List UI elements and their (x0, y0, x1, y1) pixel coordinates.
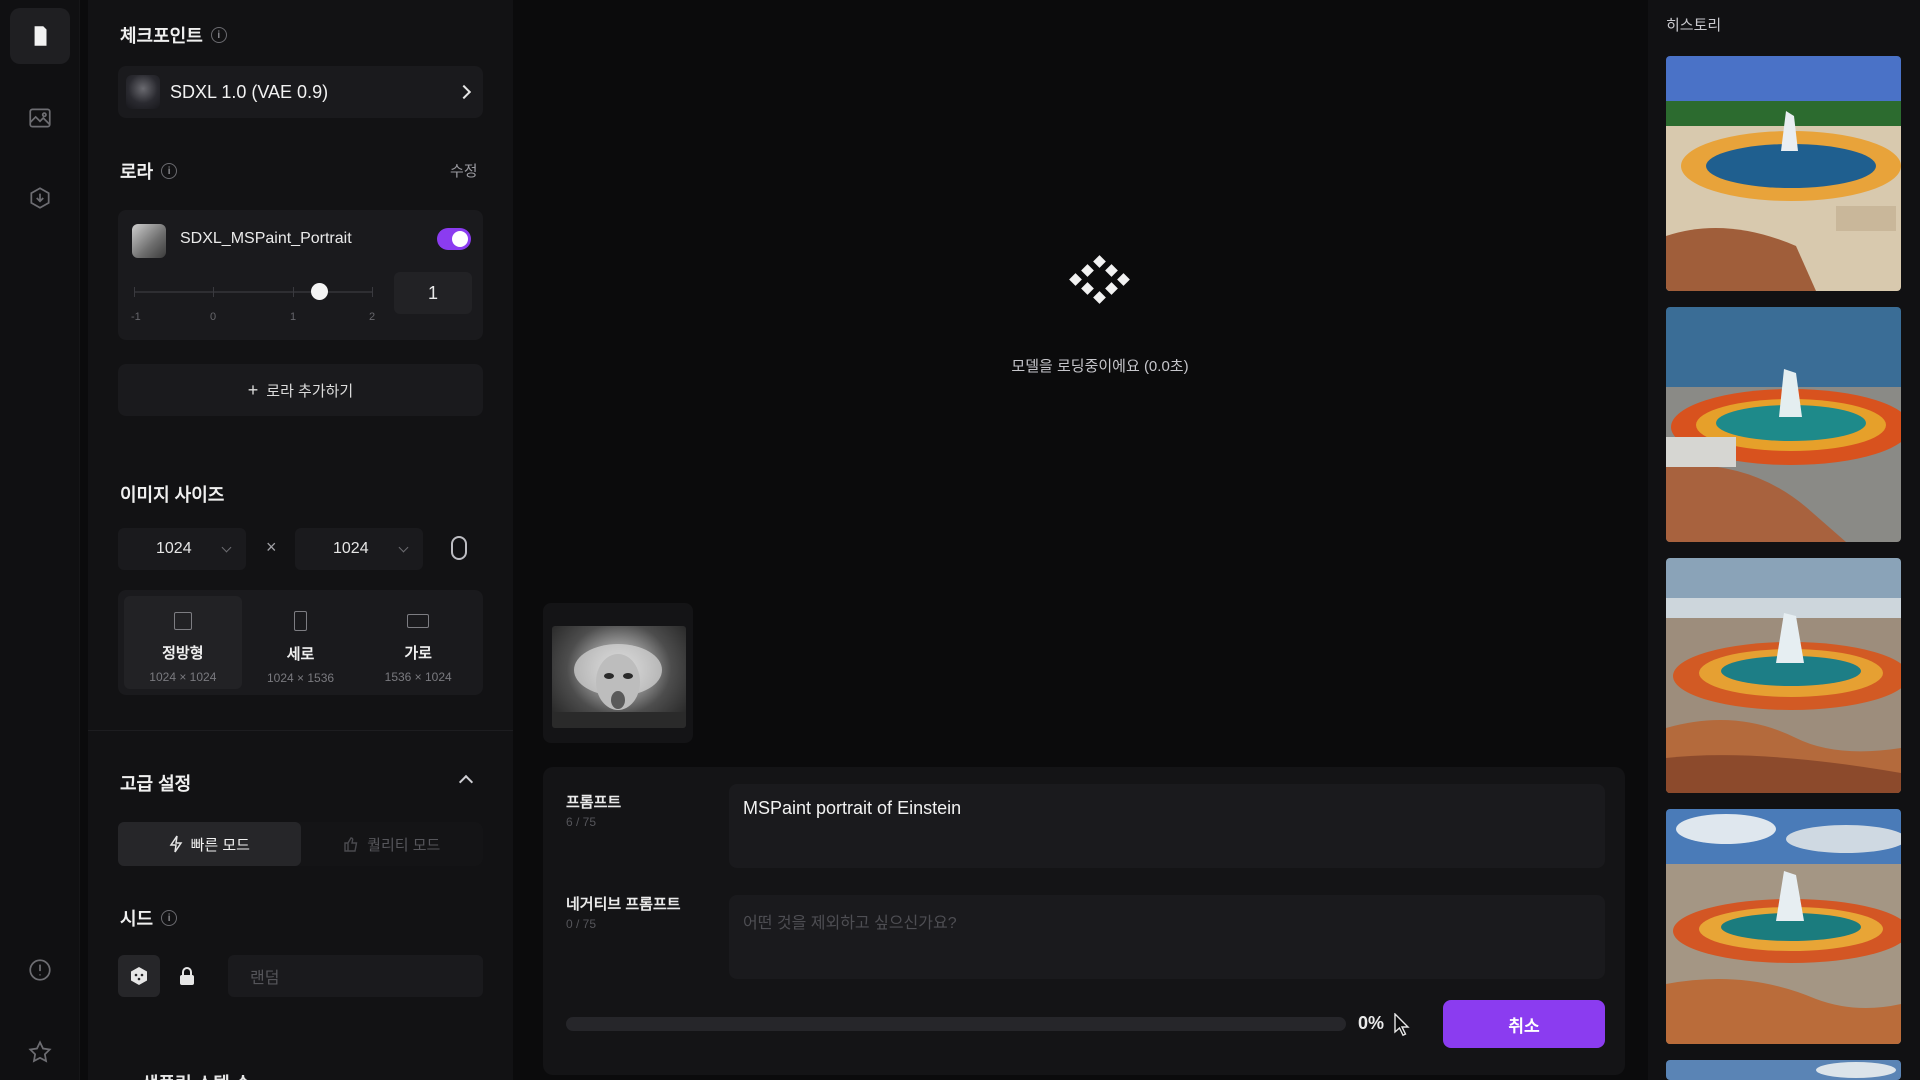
chevron-down-icon (398, 542, 409, 552)
info-icon[interactable]: i (161, 163, 178, 179)
chevron-up-icon[interactable] (458, 774, 474, 790)
negative-prompt-input[interactable]: 어떤 것을 제외하고 싶으신가요? (729, 895, 1605, 979)
lora-name: SDXL_MSPaint_Portrait (180, 230, 352, 247)
ratio-landscape[interactable]: 가로 1536 × 1024 (359, 596, 477, 689)
aspect-ratio-group: 정방형 1024 × 1024 세로 1024 × 1536 가로 1536 ×… (118, 590, 483, 695)
progress-bar (566, 1017, 1346, 1031)
lightning-icon (169, 835, 182, 853)
rail-item-gallery[interactable] (10, 90, 70, 146)
portrait-icon (294, 611, 307, 631)
square-icon (173, 612, 192, 630)
mouse-cursor-icon (1394, 1013, 1410, 1037)
lora-weight-input[interactable]: 1 (394, 272, 472, 314)
lora-weight-slider-track[interactable] (134, 291, 372, 293)
mode-toggle-group: 빠른 모드 퀄리티 모드 (118, 822, 483, 866)
lora-thumbnail (132, 224, 166, 258)
document-icon (34, 26, 47, 46)
lock-icon (180, 967, 194, 985)
thumbs-up-icon (344, 837, 358, 852)
lora-weight-slider-handle[interactable] (311, 283, 328, 300)
plus-icon: + (247, 379, 259, 400)
lora-item: SDXL_MSPaint_Portrait -1 0 1 2 1 (118, 210, 483, 340)
cancel-button[interactable]: 취소 (1443, 1000, 1605, 1048)
alert-circle-icon (29, 959, 51, 981)
reference-image-card[interactable] (543, 603, 693, 743)
history-item[interactable] (1666, 1060, 1901, 1080)
progress-percent: 0% (1358, 1013, 1385, 1033)
add-lora-button[interactable]: + 로라 추가하기 (118, 364, 483, 416)
random-seed-button[interactable] (118, 955, 160, 997)
width-select[interactable]: 1024 (118, 528, 246, 570)
negative-prompt-label: 네거티브 프롬프트 (566, 896, 681, 913)
prompt-input[interactable]: MSPaint portrait of Einstein (729, 784, 1605, 868)
seed-input[interactable]: 랜덤 (228, 955, 483, 997)
loading-spinner-icon (1069, 255, 1130, 305)
aspect-lock-icon[interactable] (451, 536, 467, 560)
slider-label: -1 (131, 311, 141, 323)
loading-status: 모델을 로딩중이에요 (0.0초) (1011, 358, 1189, 375)
rail-item-generate[interactable] (10, 8, 70, 64)
slider-label: 2 (369, 311, 376, 323)
quality-mode-button[interactable]: 퀄리티 모드 (301, 822, 484, 866)
ratio-square[interactable]: 정방형 1024 × 1024 (124, 596, 242, 689)
negative-prompt-char-count: 0 / 75 (566, 917, 597, 931)
chevron-right-icon (456, 84, 472, 100)
prompt-panel: 프롬프트 6 / 75 MSPaint portrait of Einstein… (543, 767, 1625, 1075)
checkpoint-selector[interactable]: SDXL 1.0 (VAE 0.9) (118, 66, 483, 118)
checkpoint-thumbnail (126, 75, 160, 109)
history-title: 히스토리 (1666, 17, 1722, 34)
rail-item-favorites[interactable] (10, 1024, 70, 1080)
history-item[interactable] (1666, 56, 1901, 291)
slider-label: 0 (210, 311, 217, 323)
ratio-portrait[interactable]: 세로 1024 × 1536 (242, 596, 360, 689)
seed-title: 시드 i (120, 905, 178, 931)
image-size-title: 이미지 사이즈 (120, 485, 225, 505)
icon-rail (0, 0, 80, 1080)
info-icon[interactable]: i (161, 910, 178, 926)
fast-mode-button[interactable]: 빠른 모드 (118, 822, 301, 866)
slider-label: 1 (290, 311, 297, 323)
image-icon (29, 108, 51, 128)
history-panel: 히스토리 (1648, 0, 1920, 1080)
prompt-label: 프롬프트 (566, 794, 622, 811)
times-sign: × (266, 537, 277, 557)
rail-item-info[interactable] (10, 942, 70, 998)
checkpoint-name: SDXL 1.0 (VAE 0.9) (170, 81, 329, 102)
star-icon (28, 1040, 52, 1063)
height-select[interactable]: 1024 (295, 528, 423, 570)
history-item[interactable] (1666, 809, 1901, 1044)
history-item[interactable] (1666, 558, 1901, 793)
reference-image (552, 626, 686, 728)
dice-icon (131, 967, 147, 985)
checkpoint-title: 체크포인트 i (120, 22, 227, 48)
advanced-settings-title: 고급 설정 (120, 774, 192, 794)
sampling-steps-title: 샘플링 스텝 수 (142, 1070, 251, 1080)
lora-toggle[interactable] (437, 228, 471, 250)
lora-edit-link[interactable]: 수정 (450, 160, 478, 181)
settings-panel: 체크포인트 i SDXL 1.0 (VAE 0.9) 로라 i 수정 SDXL_… (88, 0, 513, 1080)
lora-title: 로라 i (120, 158, 178, 184)
history-item[interactable] (1666, 307, 1901, 542)
chevron-down-icon (221, 542, 232, 552)
prompt-char-count: 6 / 75 (566, 815, 597, 829)
landscape-icon (407, 614, 430, 628)
lock-seed-button[interactable] (166, 955, 208, 997)
rail-item-models[interactable] (10, 170, 70, 226)
info-icon[interactable]: i (210, 27, 227, 43)
download-icon (30, 187, 50, 209)
